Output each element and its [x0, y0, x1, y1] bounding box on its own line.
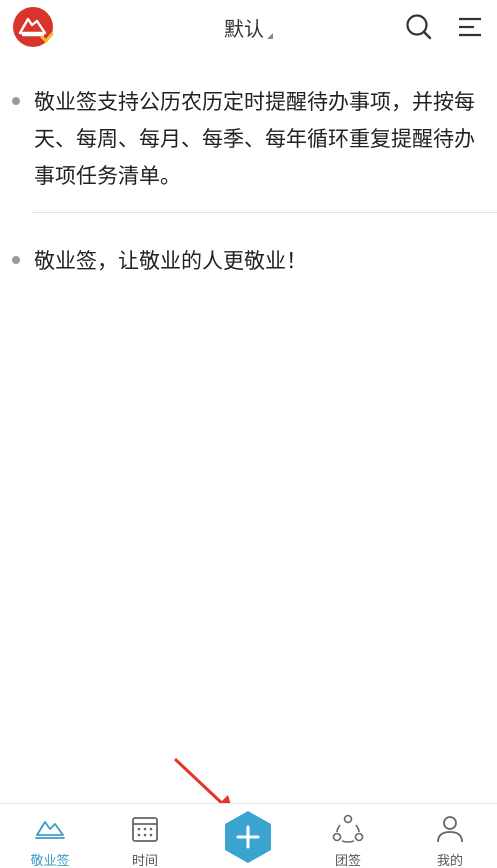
user-icon	[437, 816, 463, 843]
app-logo-icon[interactable]	[12, 6, 54, 48]
top-bar: 默认	[0, 0, 497, 54]
tab-label: 敬业签	[30, 854, 70, 868]
note-icon	[35, 821, 65, 839]
tab-team[interactable]: 团签	[298, 804, 398, 868]
bullet-icon	[12, 256, 20, 264]
notes-list: 敬业签支持公历农历定时提醒待办事项，并按每天、每周、每月、每季、每年循环重复提醒…	[0, 54, 497, 280]
list-item[interactable]: 敬业签，让敬业的人更敬业！	[0, 213, 497, 280]
calendar-icon	[132, 817, 158, 842]
tab-time[interactable]: 时间	[95, 804, 195, 868]
list-item[interactable]: 敬业签支持公历农历定时提醒待办事项，并按每天、每周、每月、每季、每年循环重复提醒…	[0, 54, 497, 212]
tab-me[interactable]: 我的	[400, 804, 497, 868]
tab-label: 我的	[436, 854, 463, 868]
category-dropdown[interactable]: 默认	[224, 13, 273, 42]
bullet-icon	[12, 97, 20, 105]
note-text: 敬业签支持公历农历定时提醒待办事项，并按每天、每周、每月、每季、每年循环重复提醒…	[34, 90, 475, 188]
tab-label: 时间	[131, 854, 158, 868]
team-icon	[332, 814, 364, 843]
tab-label: 团签	[334, 854, 361, 868]
search-icon[interactable]	[404, 12, 434, 42]
add-note-button[interactable]	[222, 810, 274, 864]
note-text: 敬业签，让敬业的人更敬业！	[34, 249, 307, 273]
menu-icon[interactable]	[454, 12, 486, 42]
dropdown-caret-icon	[267, 32, 273, 39]
tab-notes[interactable]: 敬业签	[0, 804, 100, 868]
category-title: 默认	[224, 16, 264, 41]
